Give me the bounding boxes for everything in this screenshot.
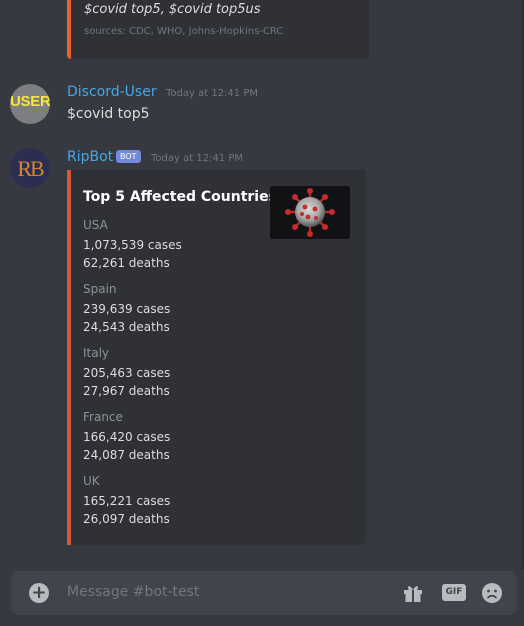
embed-title: Top 5 Affected Countries xyxy=(83,189,277,205)
emoji-icon[interactable] xyxy=(481,582,503,604)
country-deaths: 26,097 deaths xyxy=(83,512,170,526)
country-deaths: 62,261 deaths xyxy=(83,256,170,270)
country-deaths: 24,087 deaths xyxy=(83,448,170,462)
timestamp: Today at 12:41 PM xyxy=(166,88,258,99)
message-composer: + Message #bot-test GIF xyxy=(11,571,517,615)
coronavirus-icon xyxy=(270,186,350,239)
embed-commands: $covid top5, $covid top5us xyxy=(84,2,261,17)
gift-icon[interactable] xyxy=(402,583,424,603)
country-name: France xyxy=(83,410,123,424)
username[interactable]: Discord-User xyxy=(67,84,157,100)
country-name: Spain xyxy=(83,282,117,296)
plus-circle-icon[interactable]: + xyxy=(29,583,49,603)
country-cases: 1,073,539 cases xyxy=(83,238,182,252)
bot-badge: BOT xyxy=(116,150,141,163)
gif-icon[interactable]: GIF xyxy=(442,584,466,601)
timestamp: Today at 12:41 PM xyxy=(151,153,243,164)
message-input[interactable]: Message #bot-test xyxy=(67,584,199,600)
message-content: $covid top5 xyxy=(67,106,150,122)
avatar-text: USER xyxy=(10,93,50,110)
country-deaths: 24,543 deaths xyxy=(83,320,170,334)
country-cases: 205,463 cases xyxy=(83,366,171,380)
bot-avatar[interactable]: RB xyxy=(10,148,50,188)
bot-username[interactable]: RipBot xyxy=(67,149,113,165)
country-cases: 239,639 cases xyxy=(83,302,171,316)
country-deaths: 27,967 deaths xyxy=(83,384,170,398)
country-cases: 166,420 cases xyxy=(83,430,171,444)
avatar[interactable]: USER xyxy=(10,84,50,124)
embed-sources: sources: CDC, WHO, Johns-Hopkins-CRC xyxy=(84,26,284,37)
country-name: UK xyxy=(83,474,100,488)
previous-embed: $covid top5, $covid top5us sources: CDC,… xyxy=(67,0,369,59)
country-cases: 165,221 cases xyxy=(83,494,171,508)
avatar-text: RB xyxy=(17,156,44,181)
rich-embed: Top 5 Affected Countries USA 1,073,539 c… xyxy=(67,170,366,545)
chat-messages: $covid top5, $covid top5us sources: CDC,… xyxy=(0,0,524,570)
country-name: Italy xyxy=(83,346,110,360)
virus-thumbnail[interactable] xyxy=(270,186,350,239)
country-name: USA xyxy=(83,218,108,232)
